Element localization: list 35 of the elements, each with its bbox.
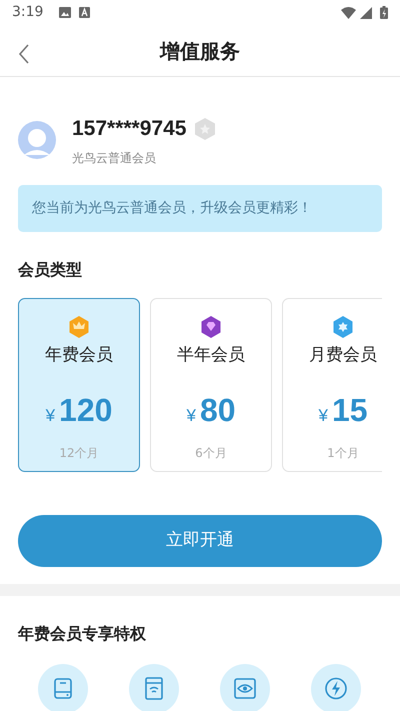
plan-card[interactable]: 年费会员 ¥120 12个月 [18,298,140,472]
perk-button[interactable] [311,664,361,711]
plan-duration: 6个月 [194,445,228,462]
text-icon [79,7,90,18]
phone-number: 157****9745 [72,116,186,142]
section-title: 年费会员专享特权 [16,622,147,644]
plan-name: 年费会员 [44,344,114,366]
battery-icon [380,6,388,19]
notice-banner: 您当前为光鸟云普通会员，升级会员更精彩！ [18,184,382,232]
plan-name: 月费会员 [308,344,378,366]
storage-icon [51,676,75,701]
section-title: 会员类型 [16,258,83,280]
plan-duration: 12个月 [58,445,100,462]
perk-button[interactable] [220,664,270,711]
avatar-icon [18,120,56,159]
wifi-icon [341,6,356,18]
membership-level: 光鸟云普通会员 [72,150,157,166]
plan-card[interactable]: 半年会员 ¥80 6个月 [150,298,272,472]
perk-button[interactable] [38,664,88,711]
wifi-icon [142,676,166,701]
status-time: 3:19 [12,3,44,22]
plan-price: ¥120 [44,391,114,430]
plan-name: 半年会员 [176,344,246,366]
perk-button[interactable] [129,664,179,711]
plan-duration: 1个月 [326,445,360,462]
picture-icon [59,7,72,18]
signal-icon [360,6,372,18]
plan-price: ¥80 [185,391,237,430]
lightning-icon [324,676,348,701]
page-title: 增值服务 [160,38,240,64]
back-icon [18,44,30,64]
plan-card[interactable]: 月费会员 ¥15 1个月 [282,298,382,472]
badge-icon [194,116,216,141]
eye-icon [233,676,257,701]
plan-price: ¥15 [317,391,369,430]
